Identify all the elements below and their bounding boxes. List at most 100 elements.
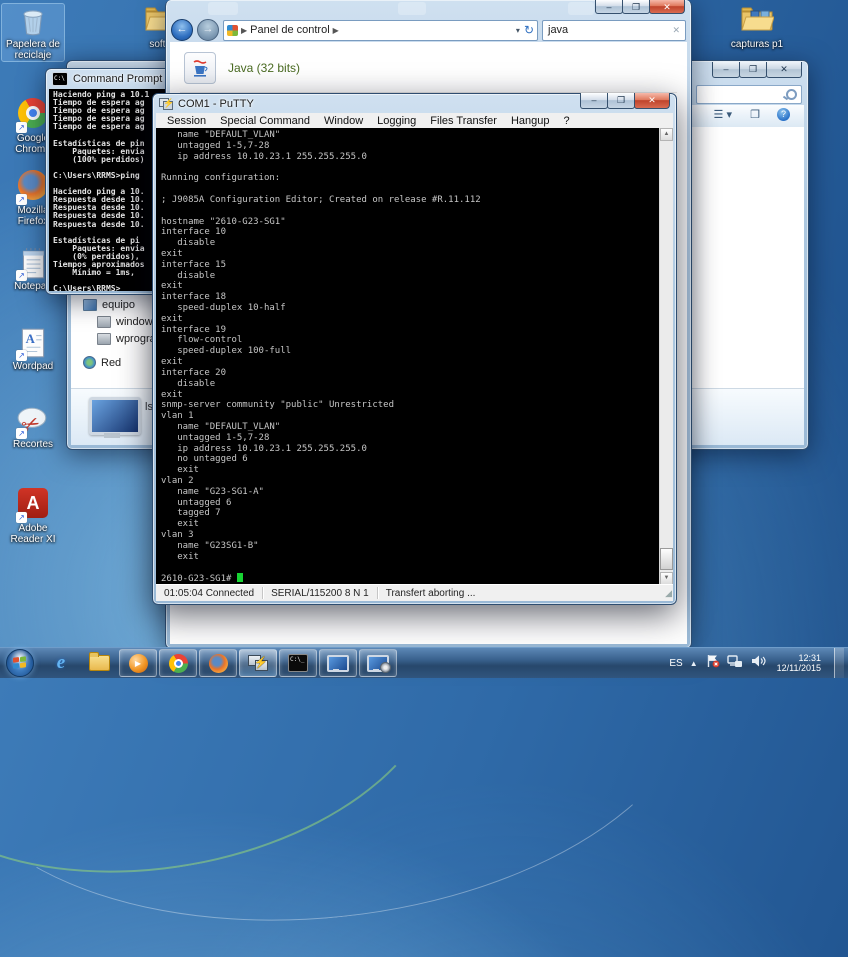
desktop-icon-recortes[interactable]: ✂ ↗ Recortes xyxy=(2,404,64,450)
taskbar-explorer[interactable] xyxy=(81,650,117,676)
views-button[interactable]: ☰ ▾ xyxy=(714,108,732,121)
resize-grip[interactable]: ◢ xyxy=(665,588,671,599)
taskbar-media-player[interactable]: ▶ xyxy=(119,649,157,677)
terminal-line: interface 19 xyxy=(161,325,657,336)
terminal-line: untagged 6 xyxy=(161,498,657,509)
clear-search-icon[interactable]: ✕ xyxy=(672,25,680,36)
media-player-icon: ▶ xyxy=(129,654,148,673)
putty-menubar: SessionSpecial CommandWindowLoggingFiles… xyxy=(156,113,673,129)
volume-icon[interactable] xyxy=(750,654,766,673)
menu-item[interactable]: Session xyxy=(160,114,213,128)
network-icon[interactable] xyxy=(727,654,743,673)
scrollbar-thumb[interactable] xyxy=(660,548,673,570)
terminal-line: untagged 1-5,7-28 xyxy=(161,141,657,152)
breadcrumb-arrow-icon: ▶ xyxy=(333,26,339,35)
close-button[interactable]: ✕ xyxy=(766,62,802,78)
explorer-caption-buttons: – ❐ ✕ xyxy=(713,62,802,78)
back-button[interactable]: ← xyxy=(171,19,193,41)
adobe-reader-icon: A ↗ xyxy=(16,488,50,522)
address-field[interactable]: ▶ Panel de control ▶ ▾ ↻ xyxy=(223,20,538,41)
action-center-icon[interactable] xyxy=(705,654,720,673)
desktop-icon-label: Papelera de reciclaje xyxy=(2,39,64,61)
java-result-label[interactable]: Java (32 bits) xyxy=(228,61,300,75)
terminal-line xyxy=(161,206,657,217)
forward-button[interactable]: → xyxy=(197,19,219,41)
terminal-line: flow-control xyxy=(161,335,657,346)
maximize-button[interactable]: ❐ xyxy=(739,62,767,78)
cmd-title: Command Prompt xyxy=(73,73,162,85)
taskbar-cmd[interactable]: C:\_ xyxy=(279,649,317,677)
taskbar-putty[interactable]: ⚡ xyxy=(239,649,277,677)
folder-pictures-icon xyxy=(740,4,774,38)
taskbar-system-tool[interactable] xyxy=(359,649,397,677)
breadcrumb[interactable]: Panel de control xyxy=(250,24,330,36)
minimize-button[interactable]: – xyxy=(580,93,608,109)
start-button[interactable] xyxy=(6,649,34,677)
glass-reflection xyxy=(208,2,238,15)
putty-statusbar: 01:05:04 Connected SERIAL/115200 8 N 1 T… xyxy=(156,584,673,601)
taskbar-ie[interactable]: e xyxy=(43,650,79,676)
terminal-line xyxy=(161,563,657,574)
help-button[interactable]: ? xyxy=(777,108,790,121)
terminal-scrollbar[interactable]: ▲ ▼ xyxy=(659,128,673,585)
language-indicator[interactable]: ES xyxy=(669,658,682,669)
terminal-line xyxy=(161,184,657,195)
desktop-icon-adobe-reader[interactable]: A ↗ Adobe Reader XI xyxy=(2,486,64,545)
show-desktop-button[interactable] xyxy=(834,648,844,678)
cp-caption-buttons: – ❐ ✕ xyxy=(596,0,685,14)
cp-titlebar[interactable]: – ❐ ✕ xyxy=(166,0,691,18)
maximize-button[interactable]: ❐ xyxy=(607,93,635,109)
putty-terminal[interactable]: name "DEFAULT_VLAN" untagged 1-5,7-28 ip… xyxy=(156,128,673,585)
windows-flag-icon xyxy=(13,656,26,668)
recycle-bin-icon xyxy=(16,4,50,38)
putty-window[interactable]: ⚡ COM1 - PuTTY – ❐ ✕ SessionSpecial Comm… xyxy=(152,93,677,605)
folder-icon xyxy=(89,655,110,671)
terminal-line: ip address 10.10.23.1 255.255.255.0 xyxy=(161,444,657,455)
menu-item[interactable]: ? xyxy=(556,114,576,128)
terminal-line: exit xyxy=(161,357,657,368)
shortcut-arrow-icon: ↗ xyxy=(16,270,27,281)
terminal-line: interface 10 xyxy=(161,227,657,238)
menu-item[interactable]: Files Transfer xyxy=(423,114,504,128)
minimize-button[interactable]: – xyxy=(712,62,740,78)
putty-icon: ⚡ xyxy=(159,98,173,110)
desktop-icon-capturas-folder[interactable]: capturas p1 xyxy=(722,4,792,50)
svg-text:A: A xyxy=(26,332,36,346)
taskbar-chrome[interactable] xyxy=(159,649,197,677)
desktop-icon-recycle-bin[interactable]: Papelera de reciclaje xyxy=(2,4,64,61)
preview-pane-button[interactable]: ❐ xyxy=(750,108,760,121)
terminal-line: no untagged 6 xyxy=(161,454,657,465)
address-dropdown-icon[interactable]: ▾ xyxy=(516,26,520,35)
scroll-up-icon[interactable]: ▲ xyxy=(660,128,673,141)
clock[interactable]: 12:31 12/11/2015 xyxy=(777,653,821,673)
search-input[interactable]: java ✕ xyxy=(542,20,686,41)
menu-item[interactable]: Window xyxy=(317,114,370,128)
hidden-icons-chevron[interactable]: ▲ xyxy=(690,659,698,668)
menu-item[interactable]: Special Command xyxy=(213,114,317,128)
terminal-prompt: 2610-G23-SG1# xyxy=(161,574,237,584)
terminal-line: tagged 7 xyxy=(161,508,657,519)
terminal-line: name "G23-SG1-A" xyxy=(161,487,657,498)
maximize-button[interactable]: ❐ xyxy=(622,0,650,14)
java-result-item[interactable]: Java (32 bits) xyxy=(184,52,687,84)
close-button[interactable]: ✕ xyxy=(649,0,685,14)
menu-item[interactable]: Logging xyxy=(370,114,423,128)
firefox-icon xyxy=(209,654,228,673)
desktop-icon-wordpad[interactable]: A ↗ Wordpad xyxy=(2,326,64,372)
shortcut-arrow-icon: ↗ xyxy=(16,122,27,133)
breadcrumb-arrow-icon: ▶ xyxy=(241,26,247,35)
terminal-line: vlan 2 xyxy=(161,476,657,487)
status-serial: SERIAL/115200 8 N 1 xyxy=(263,588,377,599)
refresh-icon[interactable]: ↻ xyxy=(524,23,534,37)
terminal-line: speed-duplex 100-full xyxy=(161,346,657,357)
taskbar-firefox[interactable] xyxy=(199,649,237,677)
menu-item[interactable]: Hangup xyxy=(504,114,557,128)
chrome-icon xyxy=(169,654,188,673)
explorer-search-input[interactable] xyxy=(696,85,802,104)
putty-titlebar[interactable]: ⚡ COM1 - PuTTY – ❐ ✕ xyxy=(153,94,676,113)
terminal-line: name "DEFAULT_VLAN" xyxy=(161,130,657,141)
taskbar-computer[interactable] xyxy=(319,649,357,677)
scissors-icon: ✂ ↗ xyxy=(16,404,50,438)
minimize-button[interactable]: – xyxy=(595,0,623,14)
close-button[interactable]: ✕ xyxy=(634,93,670,109)
